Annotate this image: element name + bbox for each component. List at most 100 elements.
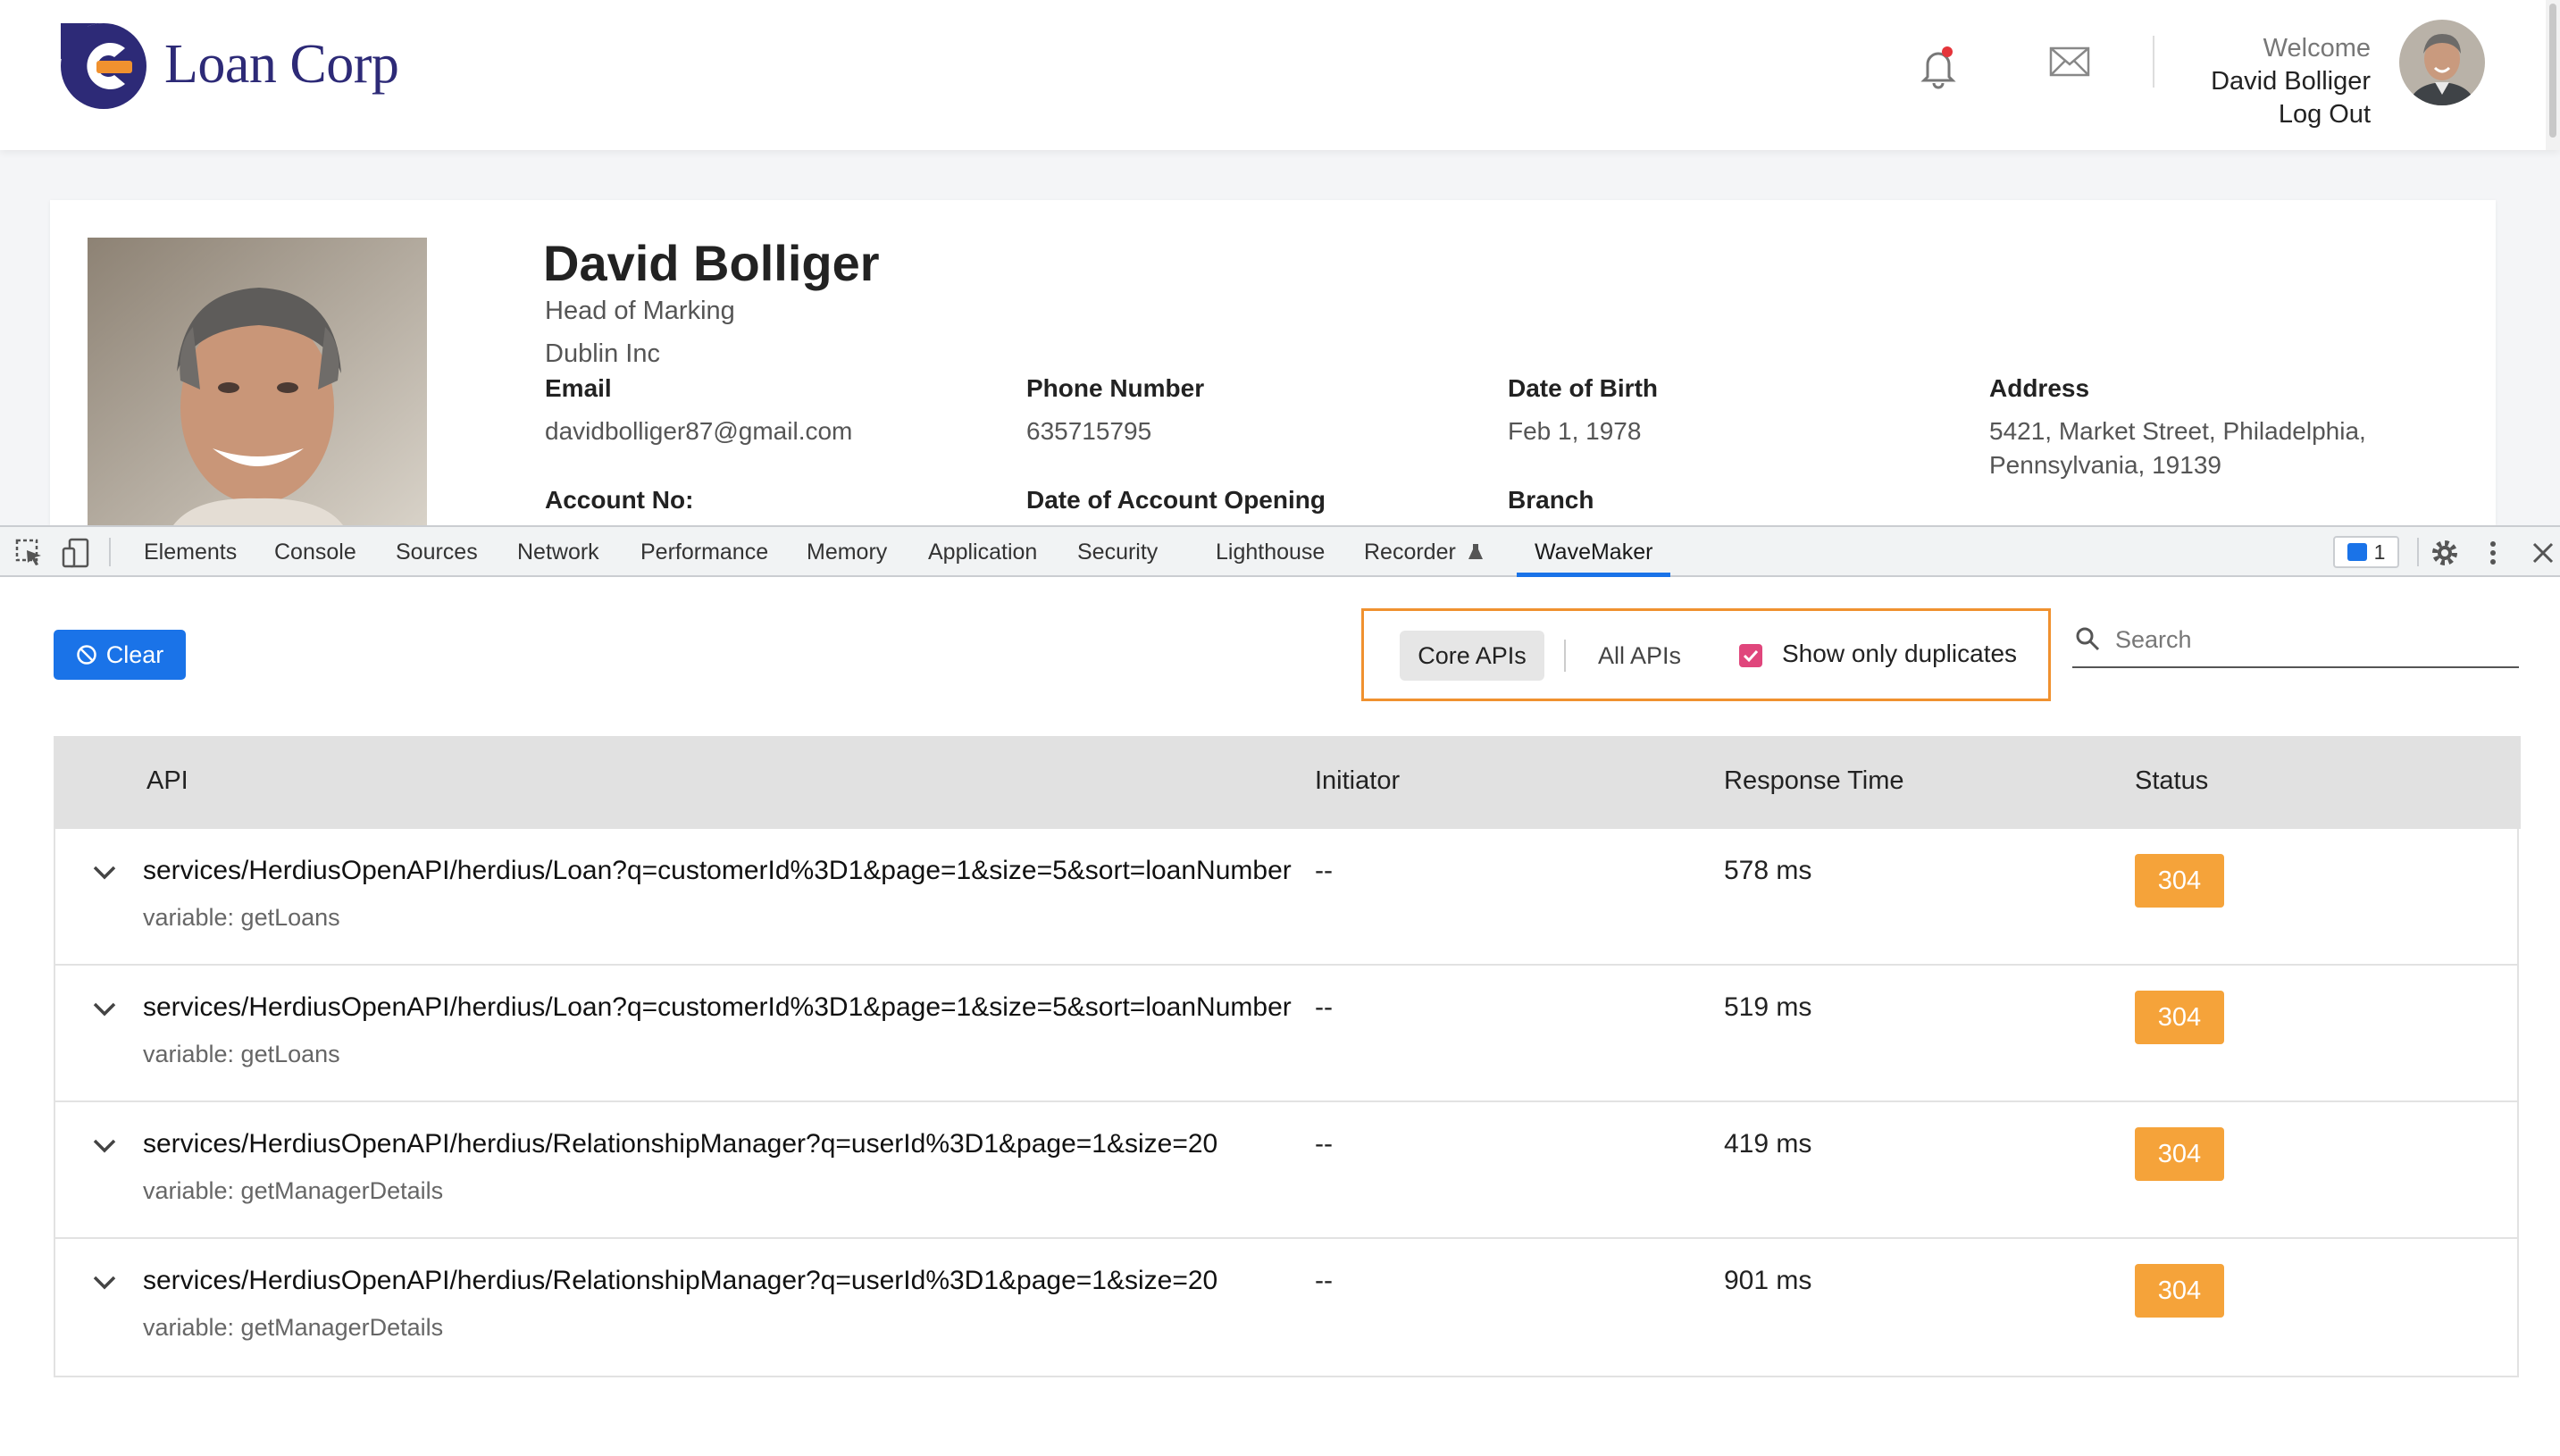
api-initiator: -- [1315,856,1333,885]
devtools-panel: Elements Console Sources Network Perform… [0,525,2560,1456]
account-no-label: Account No: [545,486,694,514]
profile-company: Dublin Inc [545,339,660,368]
api-response-time: 901 ms [1724,1266,1812,1295]
tab-wavemaker[interactable]: WaveMaker [1535,540,1652,565]
phone-label: Phone Number [1026,374,1205,402]
search-icon [2076,627,2100,651]
table-row[interactable]: services/HerdiusOpenAPI/herdius/Loan?q=c… [55,966,2517,1102]
settings-gear-icon[interactable] [2430,538,2460,568]
api-initiator: -- [1315,1266,1333,1295]
search-input[interactable] [2115,622,2508,657]
page-scrollbar[interactable] [2546,0,2560,150]
column-header-api: API [146,766,188,795]
status-badge: 304 [2135,1264,2224,1318]
email-value: davidbolliger87@gmail.com [545,417,853,445]
api-url: services/HerdiusOpenAPI/herdius/Loan?q=c… [143,992,1292,1022]
api-variable: variable: getManagerDetails [143,1177,444,1204]
welcome-label: Welcome [2263,34,2371,63]
api-response-time: 519 ms [1724,992,1812,1022]
clear-button[interactable]: Clear [54,630,186,680]
email-label: Email [545,374,612,402]
brand-logo[interactable]: Loan Corp [55,16,399,113]
inspect-element-icon[interactable] [14,538,45,568]
tab-application[interactable]: Application [928,540,1037,565]
page-scrollbar-thumb[interactable] [2549,4,2556,138]
app-header: Loan Corp Welcome David Bolliger Log Out [0,0,2560,150]
branch-label: Branch [1508,486,1594,514]
status-badge: 304 [2135,991,2224,1044]
api-url: services/HerdiusOpenAPI/herdius/Relation… [143,1129,1218,1159]
address-value: 5421, Market Street, Philadelphia, Penns… [1989,417,2366,479]
column-header-response-time: Response Time [1724,766,1904,795]
table-header: API Initiator Response Time Status [55,736,2521,829]
table-row[interactable]: services/HerdiusOpenAPI/herdius/Relation… [55,1239,2517,1376]
tab-elements[interactable]: Elements [144,540,237,565]
tab-sources[interactable]: Sources [396,540,478,565]
api-initiator: -- [1315,992,1333,1022]
header-divider [2153,36,2154,88]
user-name: David Bolliger [2211,67,2371,96]
core-apis-toggle[interactable]: Core APIs [1400,631,1544,681]
notification-bell-icon[interactable] [1919,43,1958,89]
show-duplicates-label[interactable]: Show only duplicates [1782,640,2017,668]
checkmark-icon [1743,649,1759,663]
close-devtools-icon[interactable] [2528,538,2558,568]
api-url: services/HerdiusOpenAPI/herdius/Relation… [143,1266,1218,1295]
api-variable: variable: getLoans [143,1041,340,1067]
column-header-status: Status [2135,766,2209,795]
profile-title: Head of Marking [545,297,735,325]
all-apis-toggle[interactable]: All APIs [1598,631,1681,681]
phone-value: 635715795 [1026,417,1152,445]
expand-chevron-icon[interactable] [91,1136,118,1156]
clear-button-label: Clear [105,640,164,668]
api-variable: variable: getLoans [143,904,340,931]
mail-icon[interactable] [2049,46,2090,77]
issues-count: 1 [2373,540,2386,564]
user-avatar[interactable] [2399,20,2485,105]
address-label: Address [1989,374,2090,402]
issues-chat-icon [2347,543,2367,561]
show-duplicates-checkbox[interactable] [1739,644,1762,667]
tab-recorder[interactable]: Recorder [1364,540,1484,565]
table-row[interactable]: services/HerdiusOpenAPI/herdius/Loan?q=c… [55,829,2517,966]
more-options-icon[interactable] [2478,538,2508,568]
logout-link[interactable]: Log Out [2211,98,2371,131]
dob-label: Date of Birth [1508,374,1658,402]
block-icon [76,645,96,665]
api-variable: variable: getManagerDetails [143,1314,444,1341]
tab-network[interactable]: Network [517,540,599,565]
tab-memory[interactable]: Memory [807,540,887,565]
tab-lighthouse[interactable]: Lighthouse [1216,540,1325,565]
devtools-toolbar: Elements Console Sources Network Perform… [0,525,2560,577]
avatar-image [2399,20,2485,105]
dob-value: Feb 1, 1978 [1508,417,1642,445]
user-welcome: Welcome David Bolliger Log Out [2211,32,2371,131]
column-header-initiator: Initiator [1315,766,1401,795]
tab-recorder-label: Recorder [1364,540,1456,565]
status-badge: 304 [2135,1127,2224,1181]
experiment-flask-icon [1468,544,1483,559]
expand-chevron-icon[interactable] [91,863,118,883]
api-url: services/HerdiusOpenAPI/herdius/Loan?q=c… [143,856,1292,885]
tab-performance[interactable]: Performance [640,540,768,565]
expand-chevron-icon[interactable] [91,1273,118,1293]
account-opening-label: Date of Account Opening [1026,486,1326,514]
issues-badge[interactable]: 1 [2333,536,2399,568]
toolbar-separator [2417,538,2419,566]
status-badge: 304 [2135,854,2224,908]
device-toolbar-icon[interactable] [61,538,91,568]
api-table: API Initiator Response Time Status servi… [54,736,2521,1377]
tab-security[interactable]: Security [1077,540,1158,565]
api-filter-group: Core APIs All APIs Show only duplicates [1361,608,2051,701]
profile-photo [88,238,427,525]
brand-name: Loan Corp [164,33,399,95]
toolbar-separator [109,538,111,566]
profile-name: David Bolliger [543,235,880,291]
active-tab-indicator [1517,573,1670,577]
loan-corp-logo-icon [61,22,146,109]
tab-console[interactable]: Console [274,540,356,565]
table-row[interactable]: services/HerdiusOpenAPI/herdius/Relation… [55,1102,2517,1239]
api-initiator: -- [1315,1129,1333,1159]
filter-separator [1564,640,1566,672]
expand-chevron-icon[interactable] [91,1000,118,1019]
